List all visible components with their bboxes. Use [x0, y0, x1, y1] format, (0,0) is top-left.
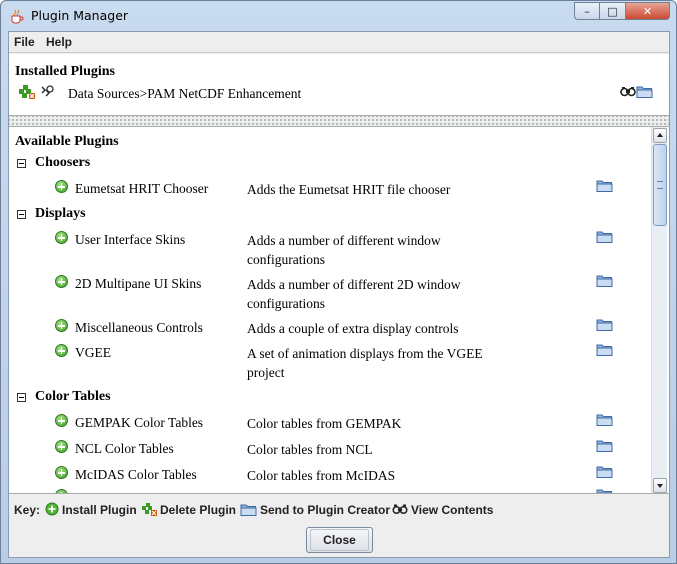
- plugin-description: Adds the Eumetsat HRIT file chooser: [247, 182, 451, 197]
- available-plugins-panel: Available Plugins Choosers Eumetsat HRIT…: [9, 126, 669, 494]
- available-plugins-title: Available Plugins: [15, 134, 119, 149]
- plugin-name: McIDAS Color Tables: [75, 467, 197, 482]
- install-plugin-icon[interactable]: [55, 231, 68, 244]
- collapse-toggle-icon[interactable]: [17, 159, 26, 168]
- key-view-contents: View Contents: [411, 503, 494, 517]
- install-plugin-icon[interactable]: [55, 414, 68, 427]
- title-bar[interactable]: Plugin Manager – □ ✕: [1, 1, 676, 31]
- plugin-description: Color tables from GEMPAK: [247, 416, 402, 431]
- install-plugin-icon[interactable]: [55, 180, 68, 193]
- delete-plugin-icon: [141, 502, 158, 517]
- install-plugin-icon[interactable]: [55, 344, 68, 357]
- view-contents-icon[interactable]: [39, 84, 55, 100]
- close-button-label: Close: [310, 529, 369, 551]
- installed-plugin-label: Data Sources>PAM NetCDF Enhancement: [68, 86, 302, 101]
- window-content: File Help Installed Plugins Data Sources…: [8, 31, 670, 558]
- menu-help[interactable]: Help: [46, 35, 72, 49]
- install-plugin-icon[interactable]: [55, 275, 68, 288]
- collapse-toggle-icon[interactable]: [17, 210, 26, 219]
- key-legend: Key: Install Plugin Delete Plugin Send t…: [9, 498, 669, 520]
- folder-icon[interactable]: [596, 438, 613, 453]
- plugin-description: Adds a number of different window config…: [247, 233, 441, 267]
- plugin-name: Miscellaneous Controls: [75, 320, 203, 335]
- window-title: Plugin Manager: [31, 8, 129, 23]
- folder-icon: [240, 502, 257, 517]
- key-install-plugin: Install Plugin: [62, 503, 137, 517]
- key-label: Key:: [14, 503, 41, 517]
- minimize-button[interactable]: –: [574, 2, 600, 20]
- maximize-button[interactable]: □: [600, 2, 626, 20]
- folder-icon[interactable]: [596, 487, 613, 493]
- vertical-scrollbar[interactable]: [651, 127, 667, 493]
- plugin-name: User Interface Skins: [75, 232, 186, 247]
- plugin-description: Adds a number of different 2D window con…: [247, 277, 461, 311]
- key-delete-plugin: Delete Plugin: [160, 503, 237, 517]
- folder-icon[interactable]: [596, 229, 613, 244]
- folder-icon[interactable]: [596, 317, 613, 332]
- installed-plugins-title: Installed Plugins: [15, 64, 115, 79]
- delete-plugin-icon[interactable]: [18, 84, 36, 100]
- plugin-name: 2D Multipane UI Skins: [75, 276, 202, 291]
- install-plugin-icon: [45, 502, 59, 516]
- install-plugin-icon[interactable]: [55, 489, 68, 493]
- folder-icon[interactable]: [596, 464, 613, 479]
- key-send-to-plugin-creator: Send to Plugin Creator: [260, 503, 391, 517]
- folder-icon[interactable]: [596, 178, 613, 193]
- category-color-tables[interactable]: Color Tables: [35, 389, 111, 405]
- plugin-description: Color tables from NCL: [247, 442, 373, 457]
- plugin-name: NCL Color Tables: [75, 441, 174, 456]
- folder-icon[interactable]: [596, 412, 613, 427]
- collapse-toggle-icon[interactable]: [17, 393, 26, 402]
- category-choosers[interactable]: Choosers: [35, 155, 90, 171]
- plugin-description: Color tables from McIDAS: [247, 468, 396, 483]
- plugin-manager-window: Plugin Manager – □ ✕ File Help Installed…: [0, 0, 677, 564]
- plugin-description: Adds a couple of extra display controls: [247, 321, 459, 336]
- scroll-down-arrow-icon[interactable]: [653, 478, 667, 493]
- category-displays[interactable]: Displays: [35, 206, 86, 222]
- installed-plugins-panel: Installed Plugins Data Sources>PAM NetCD…: [9, 54, 669, 116]
- scroll-thumb[interactable]: [653, 144, 667, 226]
- window-controls: – □ ✕: [574, 2, 670, 20]
- folder-icon[interactable]: [596, 342, 613, 357]
- close-button[interactable]: Close: [306, 527, 373, 553]
- menu-file[interactable]: File: [14, 35, 35, 49]
- plugin-name: GEMPAK Color Tables: [75, 415, 204, 430]
- install-plugin-icon[interactable]: [55, 440, 68, 453]
- java-cup-icon: [9, 8, 25, 24]
- scroll-up-arrow-icon[interactable]: [653, 128, 667, 143]
- view-contents-icon[interactable]: [620, 84, 636, 100]
- plugin-name: Eumetsat HRIT Chooser: [75, 181, 209, 196]
- folder-icon[interactable]: [596, 273, 613, 288]
- plugin-name: VGEE: [75, 345, 111, 360]
- view-contents-icon: [392, 502, 408, 516]
- split-pane-divider[interactable]: [9, 116, 669, 126]
- close-window-button[interactable]: ✕: [626, 2, 670, 20]
- plugin-description: A set of animation displays from the VGE…: [247, 346, 483, 380]
- install-plugin-icon[interactable]: [55, 466, 68, 479]
- install-plugin-icon[interactable]: [55, 319, 68, 332]
- menu-bar: File Help: [9, 32, 669, 53]
- folder-icon[interactable]: [636, 84, 653, 99]
